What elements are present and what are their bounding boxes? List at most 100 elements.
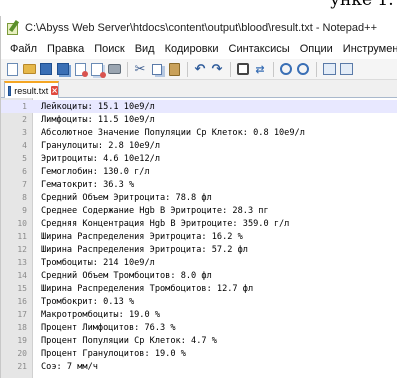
zoom-in-button[interactable] [278, 61, 294, 77]
line-text: Средний Объем Эритроцита: 78.8 фл [41, 192, 212, 203]
close-button[interactable] [72, 61, 88, 77]
editor-line[interactable]: 13 Тромбоциты: 214 10e9/л [1, 256, 397, 269]
print-button[interactable] [106, 61, 122, 77]
menu-edit[interactable]: Правка [42, 43, 89, 55]
menu-file[interactable]: Файл [5, 43, 42, 55]
line-number: 3 [22, 128, 27, 137]
tab-result-txt[interactable]: result.txt × [4, 81, 59, 98]
line-number: 2 [22, 115, 27, 124]
zoom-in-icon [280, 63, 292, 75]
zoom-out-icon [297, 63, 309, 75]
replace-button[interactable]: ⇄ [252, 61, 268, 77]
tab-bar: result.txt × [1, 80, 397, 98]
line-number: 9 [22, 206, 27, 215]
toolbar-separator [230, 61, 231, 77]
caption-text: унке 1. [330, 0, 394, 10]
copy-button[interactable] [149, 61, 165, 77]
sync-vertical-button[interactable] [321, 61, 337, 77]
editor-line[interactable]: 15 Ширина Распределения Тромбоцитов: 12.7… [1, 282, 397, 295]
tab-label: result.txt [14, 85, 49, 96]
editor-line[interactable]: 3 Абсолютное Значение Популяции Ср Клеток… [1, 126, 397, 139]
editor-line[interactable]: 19 Процент Популяции Ср Клеток: 4.7 % [1, 334, 397, 347]
menu-bar: Файл Правка Поиск Вид Кодировки Синтакси… [1, 39, 397, 59]
paste-button[interactable] [166, 61, 182, 77]
line-text: Ширина Распределения Тромбоцитов: 12.7 ф… [41, 283, 254, 294]
save-button[interactable] [38, 61, 54, 77]
editor-line[interactable]: 17 Макротромбоциты: 19.0 % [1, 308, 397, 321]
open-file-button[interactable] [21, 61, 37, 77]
editor-line[interactable]: 11 Ширина Распределения Эритроцита: 16.2 … [1, 230, 397, 243]
page-caption-fragment: унке 1. [0, 0, 397, 16]
editor-line[interactable]: 7 Гематокрит: 36.3 % [1, 178, 397, 191]
undo-button[interactable]: ↶ [192, 61, 208, 77]
line-text: Эритроциты: 4.6 10e12/л [41, 153, 160, 164]
line-text: Макротромбоциты: 19.0 % [41, 309, 160, 320]
text-editor[interactable]: 1 Лейкоциты: 15.1 10e9/л 2 Лимфоциты: 11.5 … [1, 98, 397, 378]
title-bar[interactable]: C:\Abyss Web Server\htdocs\content\outpu… [1, 16, 397, 39]
line-number: 1 [22, 102, 27, 111]
line-number: 11 [17, 232, 27, 241]
close-all-button[interactable] [89, 61, 106, 78]
toolbar-separator [127, 61, 128, 77]
editor-line[interactable]: 5 Эритроциты: 4.6 10e12/л [1, 152, 397, 165]
find-button[interactable] [235, 61, 251, 77]
editor-line[interactable]: 12 Ширина Распределения Эритроцита: 57.2 … [1, 243, 397, 256]
toolbar-separator [187, 61, 188, 77]
line-text: Процент Популяции Ср Клеток: 4.7 % [41, 335, 217, 346]
cut-button[interactable]: ✂ [132, 61, 148, 77]
editor-line[interactable]: 8 Средний Объем Эритроцита: 78.8 фл [1, 191, 397, 204]
editor-line[interactable]: 20 Процент Гранулоцитов: 19.0 % [1, 347, 397, 360]
line-text: Гемоглобин: 130.0 г/л [41, 166, 150, 177]
line-number: 8 [22, 193, 27, 202]
sync-horizontal-icon [339, 63, 353, 75]
line-text: Процент Гранулоцитов: 19.0 % [41, 348, 186, 359]
editor-line[interactable]: 1 Лейкоциты: 15.1 10e9/л [1, 100, 397, 113]
new-file-button[interactable] [4, 61, 20, 77]
editor-line[interactable]: 4 Гранулоциты: 2.8 10e9/л [1, 139, 397, 152]
find-icon [237, 63, 249, 75]
line-text: Ширина Распределения Эритроцита: 57.2 фл [41, 244, 248, 255]
paste-icon [168, 62, 180, 76]
zoom-out-button[interactable] [295, 61, 311, 77]
editor-line[interactable]: 6 Гемоглобин: 130.0 г/л [1, 165, 397, 178]
window-title: C:\Abyss Web Server\htdocs\content\outpu… [25, 21, 377, 34]
toolbar: ✂ ↶ ↷ ⇄ [1, 59, 397, 80]
toolbar-separator [316, 61, 317, 77]
line-number: 4 [22, 141, 27, 150]
cut-icon: ✂ [134, 61, 146, 77]
line-number: 19 [17, 336, 27, 345]
editor-line[interactable]: 14 Средний Объем Тромбоцитов: 8.0 фл [1, 269, 397, 282]
line-text: Гематокрит: 36.3 % [41, 179, 135, 190]
editor-line[interactable]: 16 Тромбокрит: 0.13 % [1, 295, 397, 308]
notepad-plus-plus-window: C:\Abyss Web Server\htdocs\content\outpu… [0, 16, 397, 378]
save-all-button[interactable] [55, 61, 71, 77]
menu-encoding[interactable]: Кодировки [160, 43, 224, 55]
line-number: 14 [17, 271, 27, 280]
menu-tools[interactable]: Инструменты [338, 43, 397, 55]
line-number: 10 [17, 219, 27, 228]
editor-line[interactable]: 21 Соэ: 7 мм/ч [1, 360, 397, 373]
sync-horizontal-button[interactable] [338, 61, 354, 77]
line-text: Тромбоциты: 214 10e9/л [41, 257, 155, 268]
print-icon [107, 64, 121, 74]
line-number: 16 [17, 297, 27, 306]
line-text: Процент Лимфоцитов: 76.3 % [41, 322, 176, 333]
saved-file-icon [8, 85, 12, 96]
tab-close-icon[interactable]: × [51, 86, 58, 95]
menu-search[interactable]: Поиск [89, 43, 129, 55]
line-number: 7 [22, 180, 27, 189]
line-number: 15 [17, 284, 27, 293]
editor-line[interactable]: 18 Процент Лимфоцитов: 76.3 % [1, 321, 397, 334]
menu-view[interactable]: Вид [130, 43, 160, 55]
save-icon [40, 63, 52, 75]
menu-settings[interactable]: Опции [295, 43, 338, 55]
notepad-plus-plus-app-icon [6, 19, 20, 35]
editor-line[interactable]: 2 Лимфоциты: 11.5 10e9/л [1, 113, 397, 126]
editor-line[interactable]: 10 Средняя Концентрация Hgb В Эритроците:… [1, 217, 397, 230]
close-all-icon [91, 62, 106, 78]
save-all-icon [57, 63, 69, 75]
redo-button[interactable]: ↷ [209, 61, 225, 77]
menu-language[interactable]: Синтаксисы [224, 43, 295, 55]
editor-line[interactable]: 9 Среднее Содержание Hgb В Эритроците: 28… [1, 204, 397, 217]
line-number: 21 [17, 362, 27, 371]
